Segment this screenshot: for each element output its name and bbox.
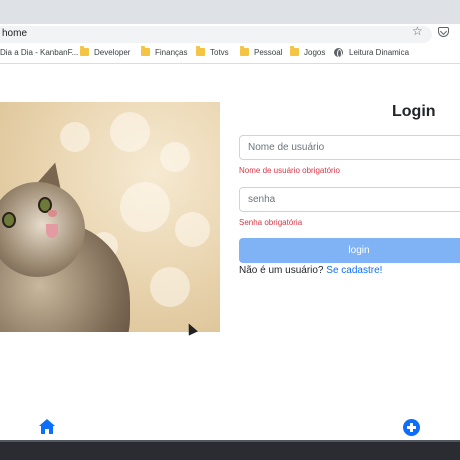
folder-icon (80, 46, 89, 56)
pocket-icon[interactable] (438, 27, 449, 37)
globe-icon (334, 48, 343, 58)
bookmark-financas[interactable]: Finanças (155, 48, 187, 57)
browser-toolbar: home ☆ (0, 24, 460, 44)
address-bar[interactable]: home (0, 26, 432, 43)
bookmarks-bar: Dia a Dia - KanbanF... Developer Finança… (0, 44, 460, 64)
password-input[interactable] (239, 187, 460, 212)
signup-prompt: Não é um usuário? (239, 265, 324, 276)
address-url[interactable]: home (2, 28, 27, 39)
username-error: Nome de usuário obrigatório (239, 166, 340, 175)
folder-icon (141, 46, 150, 56)
login-title: Login (392, 103, 436, 120)
password-error: Senha obrigatória (239, 218, 303, 227)
signup-link[interactable]: Se cadastre! (326, 265, 382, 276)
browser-tab-strip (0, 0, 460, 24)
cat-photo (0, 102, 220, 332)
username-input[interactable] (239, 135, 460, 160)
bookmark-leitura-dinamica[interactable]: Leitura Dinamica (349, 48, 409, 57)
bookmark-jogos[interactable]: Jogos (304, 48, 325, 57)
star-icon[interactable]: ☆ (412, 24, 423, 38)
bookmark-kanban[interactable]: Dia a Dia - KanbanF... (0, 48, 78, 57)
os-taskbar (0, 440, 460, 460)
bookmark-totvs[interactable]: Totvs (210, 48, 229, 57)
folder-icon (240, 46, 249, 56)
home-icon[interactable] (38, 418, 56, 436)
folder-icon (196, 46, 205, 56)
bookmark-pessoal[interactable]: Pessoal (254, 48, 282, 57)
signup-prompt-line: Não é um usuário? Se cadastre! (239, 265, 382, 276)
login-button[interactable]: login (239, 238, 460, 263)
bookmark-developer[interactable]: Developer (94, 48, 130, 57)
folder-icon (290, 46, 299, 56)
plus-circle-icon[interactable] (403, 419, 420, 436)
